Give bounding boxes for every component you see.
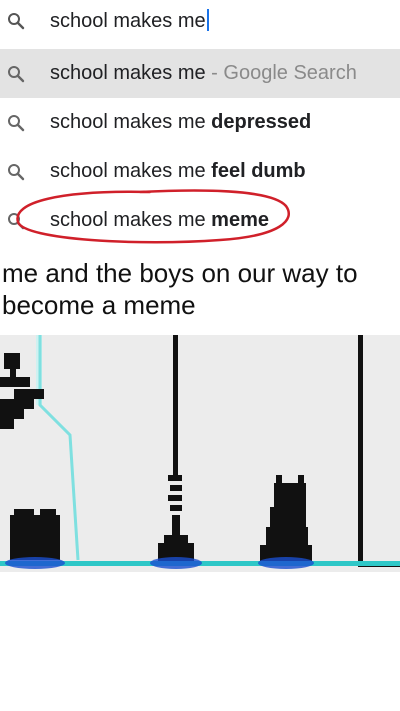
suggestion-base: school makes me: [50, 62, 206, 84]
suggestion-suffix: - Google Search: [205, 62, 357, 84]
suggestion-google-search[interactable]: school makes me - Google Search: [0, 49, 400, 98]
red-circle-annotation: [16, 189, 290, 244]
suggestion-base: school makes me: [50, 111, 212, 133]
pixel-antenna-figure: [158, 335, 194, 561]
meme-caption: me and the boys on our way to become a m…: [2, 258, 358, 320]
pixel-creature-left: [0, 353, 60, 560]
search-icon: [8, 163, 25, 180]
search-icon: [8, 65, 25, 82]
search-icon: [8, 12, 25, 29]
suggestion-depressed[interactable]: school makes me depressed: [0, 98, 400, 147]
search-input[interactable]: school makes me: [50, 8, 209, 33]
search-bar[interactable]: school makes me: [0, 0, 400, 45]
pixel-cat-figure: [260, 475, 312, 561]
text-cursor: [206, 8, 209, 31]
pixel-pole-right: [358, 335, 363, 565]
search-icon: [8, 114, 25, 131]
meme-image: [0, 335, 400, 572]
suggestion-base: school makes me: [50, 160, 212, 182]
suggestion-bold: depressed: [211, 111, 312, 133]
suggestion-bold: feel dumb: [211, 160, 306, 182]
